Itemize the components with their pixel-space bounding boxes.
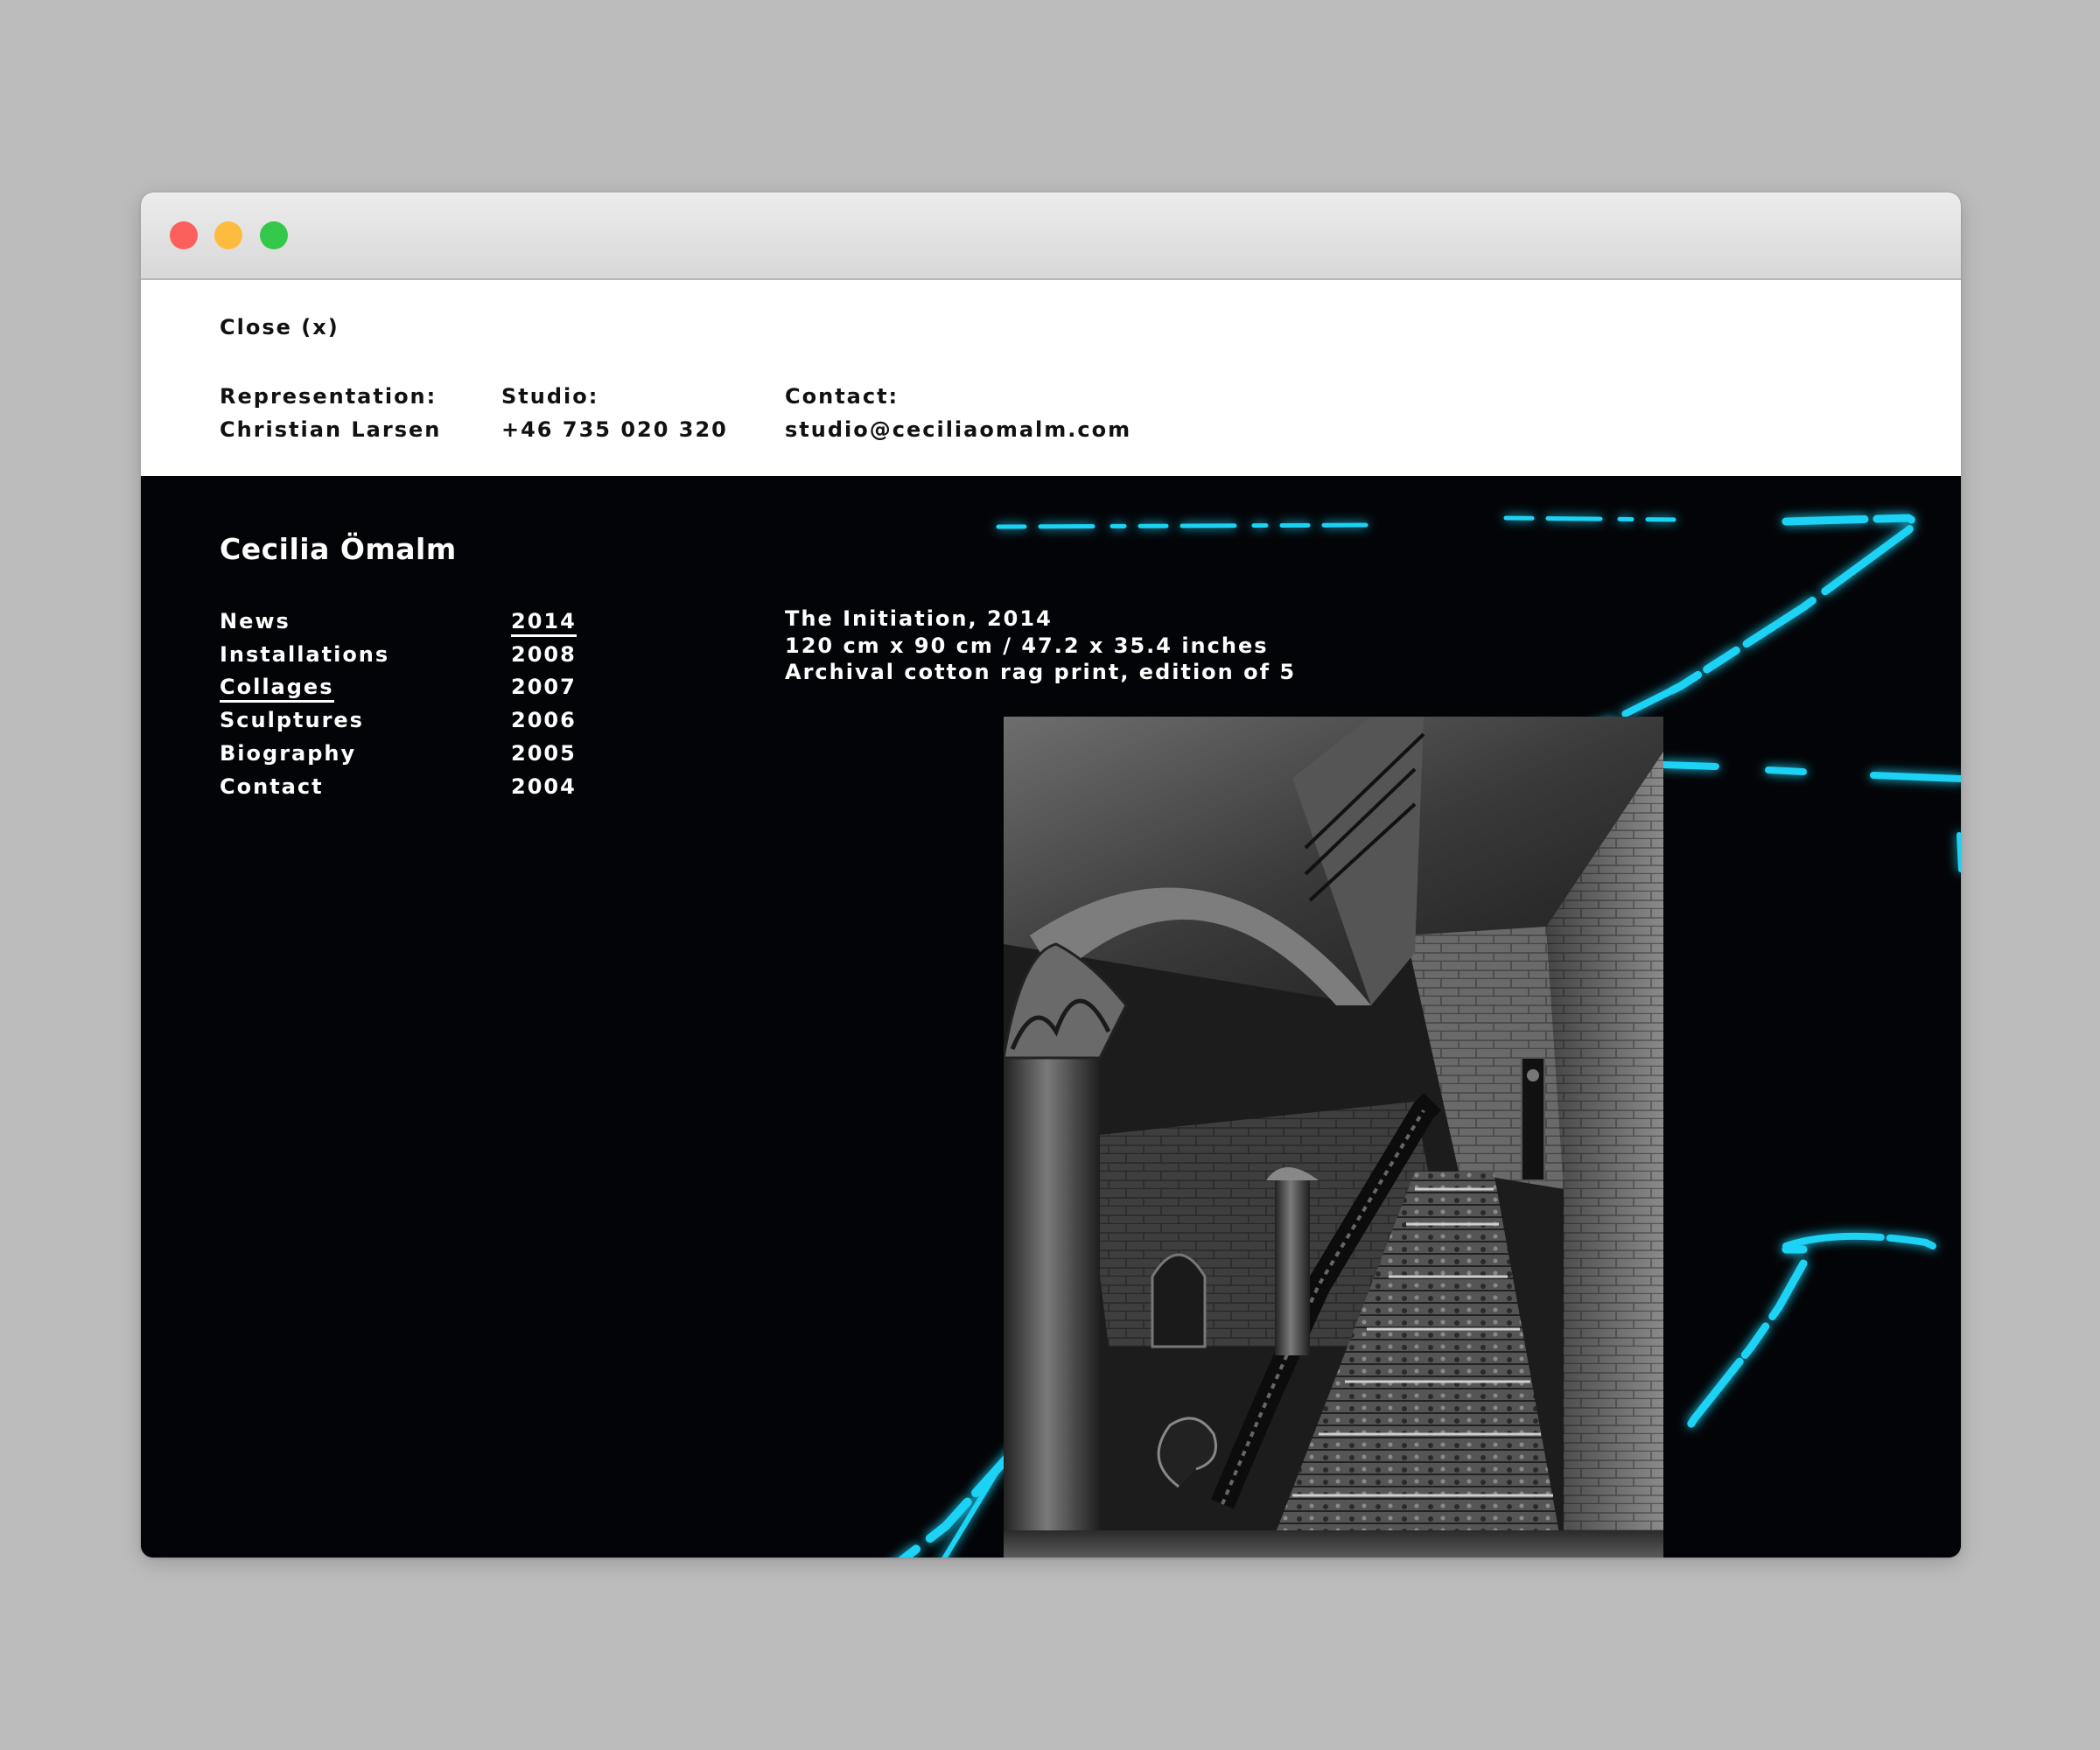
info-panel: Close (x) Representation: Christian Lars… (141, 280, 1961, 476)
window-titlebar (141, 192, 1961, 280)
representation-block: Representation: Christian Larsen (220, 380, 441, 446)
artwork-title: The Initiation, 2014 (785, 606, 1053, 631)
year-item-2005[interactable]: 2005 (511, 738, 577, 771)
year-item-2014[interactable]: 2014 (511, 606, 577, 639)
browser-window: Close (x) Representation: Christian Lars… (141, 192, 1961, 1558)
studio-phone[interactable]: +46 735 020 320 (501, 413, 728, 446)
nav-item-collages[interactable]: Collages (220, 671, 389, 704)
nav-item-biography[interactable]: Biography (220, 738, 389, 771)
close-window-button[interactable] (170, 221, 198, 249)
staircase-photo-icon[interactable] (1004, 717, 1663, 1558)
contact-block: Contact: studio@ceciliaomalm.com (785, 380, 1131, 446)
zoom-window-button[interactable] (260, 221, 288, 249)
nav-item-contact[interactable]: Contact (220, 771, 389, 804)
nav-item-news[interactable]: News (220, 606, 389, 639)
year-nav: 2014 2008 2007 2006 2005 2004 (511, 606, 577, 803)
artwork-medium: Archival cotton rag print, edition of 5 (785, 660, 1297, 684)
year-item-2007[interactable]: 2007 (511, 671, 577, 704)
main-stage: Cecilia Ömalm News Installations Collage… (141, 476, 1961, 1558)
representation-label: Representation: (220, 384, 438, 409)
year-item-2004[interactable]: 2004 (511, 771, 577, 804)
close-info-link[interactable]: Close (x) (220, 315, 340, 340)
category-nav: News Installations Collages Sculptures B… (220, 606, 389, 803)
artwork-dimensions: 120 cm x 90 cm / 47.2 x 35.4 inches (785, 633, 1269, 658)
representation-value: Christian Larsen (220, 417, 442, 442)
nav-item-installations[interactable]: Installations (220, 639, 389, 672)
site-title[interactable]: Cecilia Ömalm (220, 532, 457, 566)
studio-block: Studio: +46 735 020 320 (501, 380, 728, 446)
contact-label: Contact: (785, 384, 900, 409)
year-item-2006[interactable]: 2006 (511, 704, 577, 738)
contact-email-link[interactable]: studio@ceciliaomalm.com (785, 413, 1131, 446)
studio-label: Studio: (501, 384, 599, 409)
artwork-caption: The Initiation, 2014 120 cm x 90 cm / 47… (785, 606, 1296, 686)
year-item-2008[interactable]: 2008 (511, 639, 577, 672)
minimize-window-button[interactable] (214, 221, 242, 249)
nav-item-sculptures[interactable]: Sculptures (220, 704, 389, 738)
